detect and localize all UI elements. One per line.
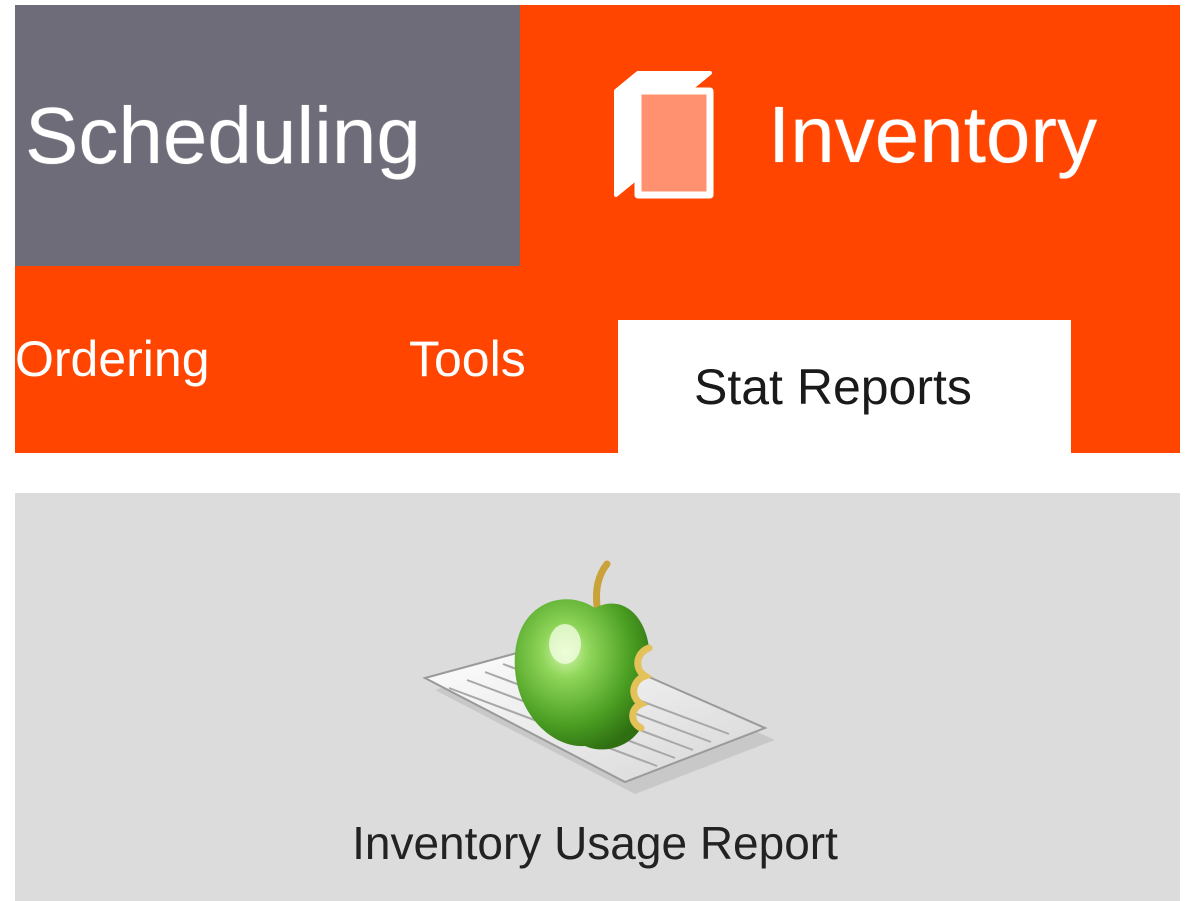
box-icon — [614, 71, 714, 199]
subnav-item-tools[interactable]: Tools — [409, 334, 526, 384]
apple-report-icon — [422, 560, 775, 794]
subnav-item-ordering[interactable]: Ordering — [15, 334, 210, 384]
sub-navigation: Ordering Tools Stat Reports — [15, 266, 1180, 453]
report-label: Inventory Usage Report — [352, 817, 838, 869]
module-tab-label: Inventory — [768, 90, 1098, 179]
subnav-item-stat-reports[interactable]: Stat Reports — [618, 320, 1071, 453]
app-frame: Scheduling Inventory Ordering Tools Stat… — [0, 0, 1186, 901]
module-tab-scheduling[interactable]: Scheduling — [15, 5, 520, 266]
report-tile-inventory-usage[interactable]: Inventory Usage Report — [295, 558, 895, 888]
module-tab-inventory[interactable]: Inventory — [520, 5, 1180, 268]
module-tab-label: Scheduling — [25, 90, 421, 180]
subnav-item-label: Stat Reports — [694, 359, 972, 415]
reports-panel: Inventory Usage Report — [15, 493, 1180, 901]
